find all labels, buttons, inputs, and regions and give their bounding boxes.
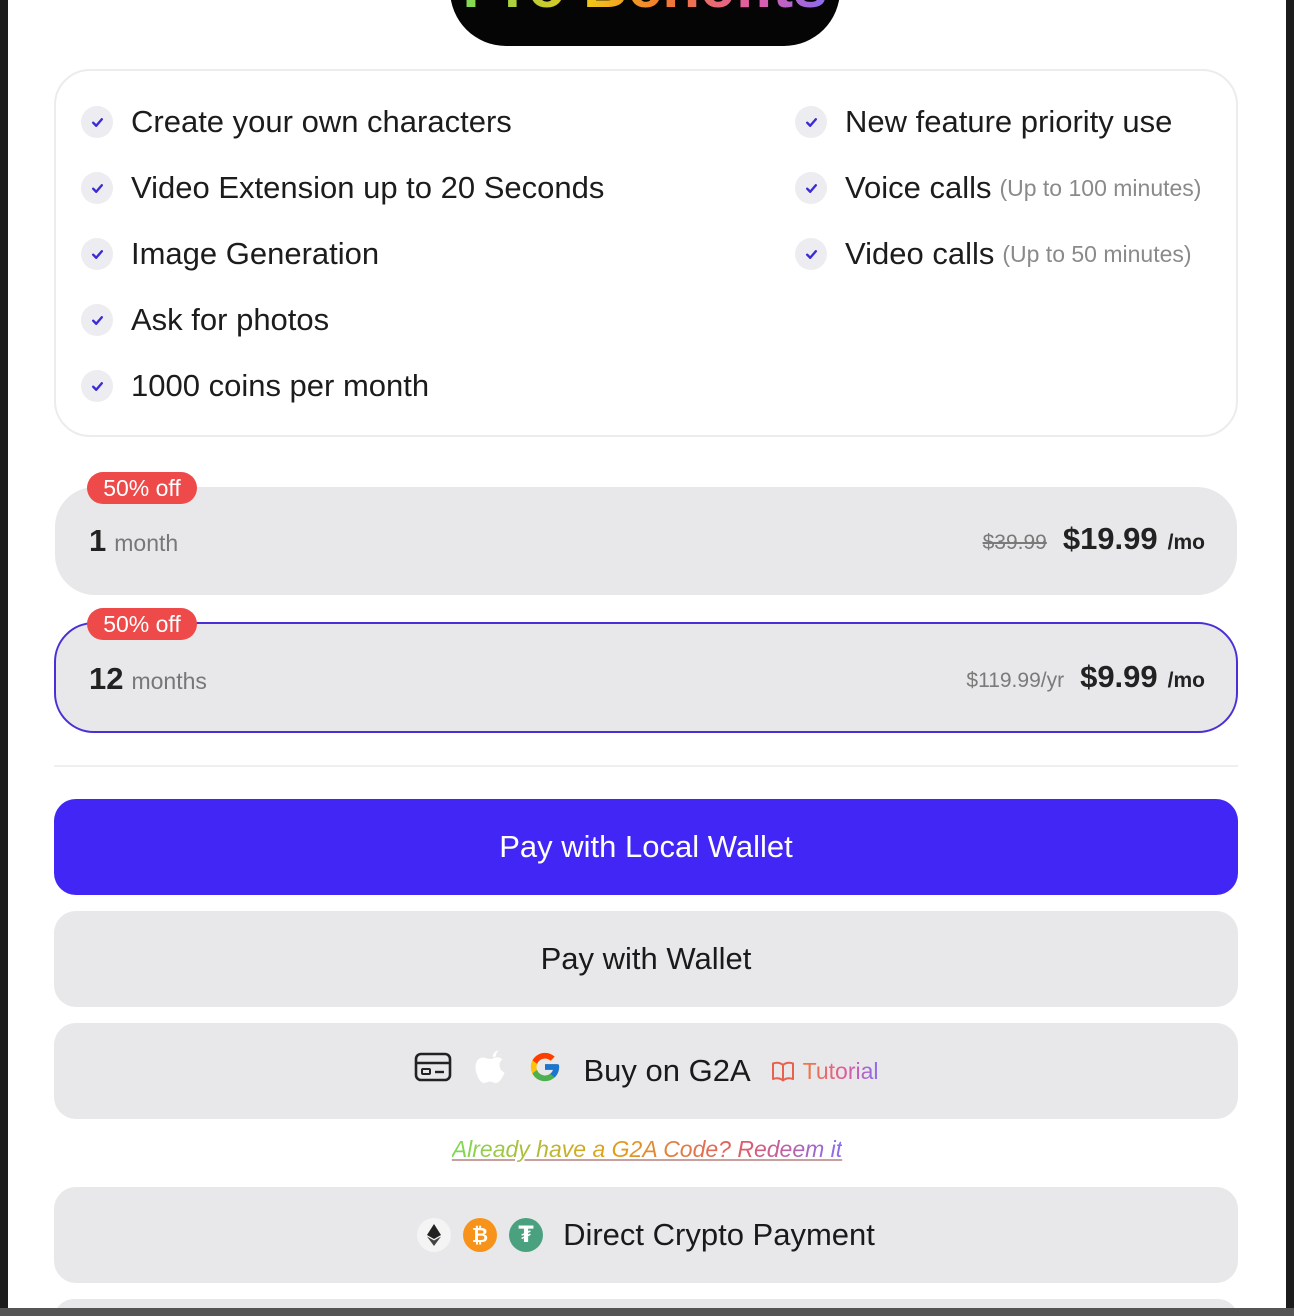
price-period: /mo bbox=[1167, 531, 1205, 554]
title-banner: Pro Benefits bbox=[450, 0, 840, 46]
plan-price: $9.99 bbox=[1080, 659, 1158, 694]
benefit-label: Ask for photos bbox=[131, 302, 330, 337]
divider bbox=[54, 765, 1238, 767]
benefit-label: New feature priority use bbox=[845, 104, 1173, 139]
check-icon bbox=[81, 370, 113, 402]
benefit-item: Video Extension up to 20 Seconds bbox=[81, 168, 604, 208]
google-icon bbox=[528, 1050, 562, 1092]
crypto-payment-button[interactable]: ₿ ₮ Direct Crypto Payment bbox=[54, 1187, 1238, 1283]
benefit-label: Voice calls bbox=[845, 170, 992, 205]
plan-unit: month bbox=[114, 530, 179, 556]
original-price: $39.99 bbox=[982, 531, 1047, 554]
benefit-label: Image Generation bbox=[131, 236, 380, 271]
crypto-icons: ₿ ₮ bbox=[417, 1218, 544, 1252]
check-icon bbox=[81, 304, 113, 336]
tutorial-link[interactable]: Tutorial bbox=[771, 1058, 879, 1085]
benefit-item: Video calls (Up to 50 minutes) bbox=[795, 234, 1192, 274]
plan-number: 1 bbox=[89, 523, 107, 558]
plan-unit: months bbox=[131, 668, 207, 694]
benefit-item: Voice calls (Up to 100 minutes) bbox=[795, 168, 1201, 208]
plan-prices: $39.99 $19.99 /mo bbox=[983, 521, 1205, 557]
price-period: /mo bbox=[1167, 669, 1205, 692]
next-payment-option[interactable] bbox=[54, 1299, 1238, 1308]
backdrop-left bbox=[0, 0, 8, 1316]
check-icon bbox=[81, 106, 113, 138]
tutorial-label: Tutorial bbox=[802, 1057, 879, 1084]
plan-price: $19.99 bbox=[1062, 521, 1158, 556]
check-icon bbox=[795, 172, 827, 204]
plan-option-12-months[interactable]: 12 months $119.99/yr $9.99 /mo bbox=[54, 622, 1238, 733]
modal-title: Pro Benefits bbox=[462, 0, 827, 18]
redeem-row: Already have a G2A Code? Redeem it bbox=[8, 1136, 1286, 1163]
benefit-label: 1000 coins per month bbox=[131, 368, 430, 403]
pay-local-wallet-button[interactable]: Pay with Local Wallet bbox=[54, 799, 1238, 895]
plan-duration: 1 month bbox=[89, 523, 178, 559]
yearly-price: $119.99/yr bbox=[966, 669, 1065, 692]
plan-prices: $119.99/yr $9.99 /mo bbox=[966, 659, 1205, 695]
benefit-note: (Up to 50 minutes) bbox=[1002, 240, 1192, 267]
crypto-label: Direct Crypto Payment bbox=[563, 1217, 875, 1252]
plan-duration: 12 months bbox=[89, 661, 207, 697]
pro-benefits-modal: Pro Benefits Create your own characters … bbox=[8, 0, 1286, 1308]
benefits-card: Create your own characters Video Extensi… bbox=[54, 69, 1238, 437]
benefit-label: Video Extension up to 20 Seconds bbox=[131, 170, 605, 205]
benefit-item: Image Generation bbox=[81, 234, 379, 274]
discount-badge: 50% off bbox=[87, 608, 197, 640]
backdrop-right bbox=[1286, 0, 1294, 1316]
benefit-note: (Up to 100 minutes) bbox=[999, 174, 1202, 201]
discount-badge: 50% off bbox=[87, 472, 197, 504]
backdrop-bottom bbox=[0, 1308, 1294, 1316]
ethereum-icon bbox=[417, 1218, 452, 1252]
check-icon bbox=[795, 106, 827, 138]
check-icon bbox=[81, 238, 113, 270]
payment-icons bbox=[414, 1050, 562, 1092]
book-icon bbox=[771, 1060, 795, 1082]
benefit-label: Create your own characters bbox=[131, 104, 512, 139]
buy-g2a-button[interactable]: Buy on G2A Tutorial bbox=[54, 1023, 1238, 1119]
check-icon bbox=[795, 238, 827, 270]
check-icon bbox=[81, 172, 113, 204]
plan-number: 12 bbox=[89, 661, 124, 696]
tether-icon: ₮ bbox=[509, 1218, 544, 1252]
g2a-label: Buy on G2A bbox=[583, 1053, 751, 1088]
benefit-item: Ask for photos bbox=[81, 300, 329, 340]
benefit-item: 1000 coins per month bbox=[81, 366, 429, 406]
redeem-g2a-link[interactable]: Already have a G2A Code? Redeem it bbox=[452, 1136, 842, 1162]
bitcoin-icon: ₿ bbox=[463, 1218, 498, 1252]
card-icon bbox=[414, 1052, 452, 1090]
apple-icon bbox=[474, 1050, 506, 1092]
benefit-item: Create your own characters bbox=[81, 102, 512, 142]
plan-option-1-month[interactable]: 1 month $39.99 $19.99 /mo bbox=[55, 487, 1237, 595]
benefit-item: New feature priority use bbox=[795, 102, 1172, 142]
pay-wallet-button[interactable]: Pay with Wallet bbox=[54, 911, 1238, 1007]
benefit-label: Video calls bbox=[845, 236, 995, 271]
